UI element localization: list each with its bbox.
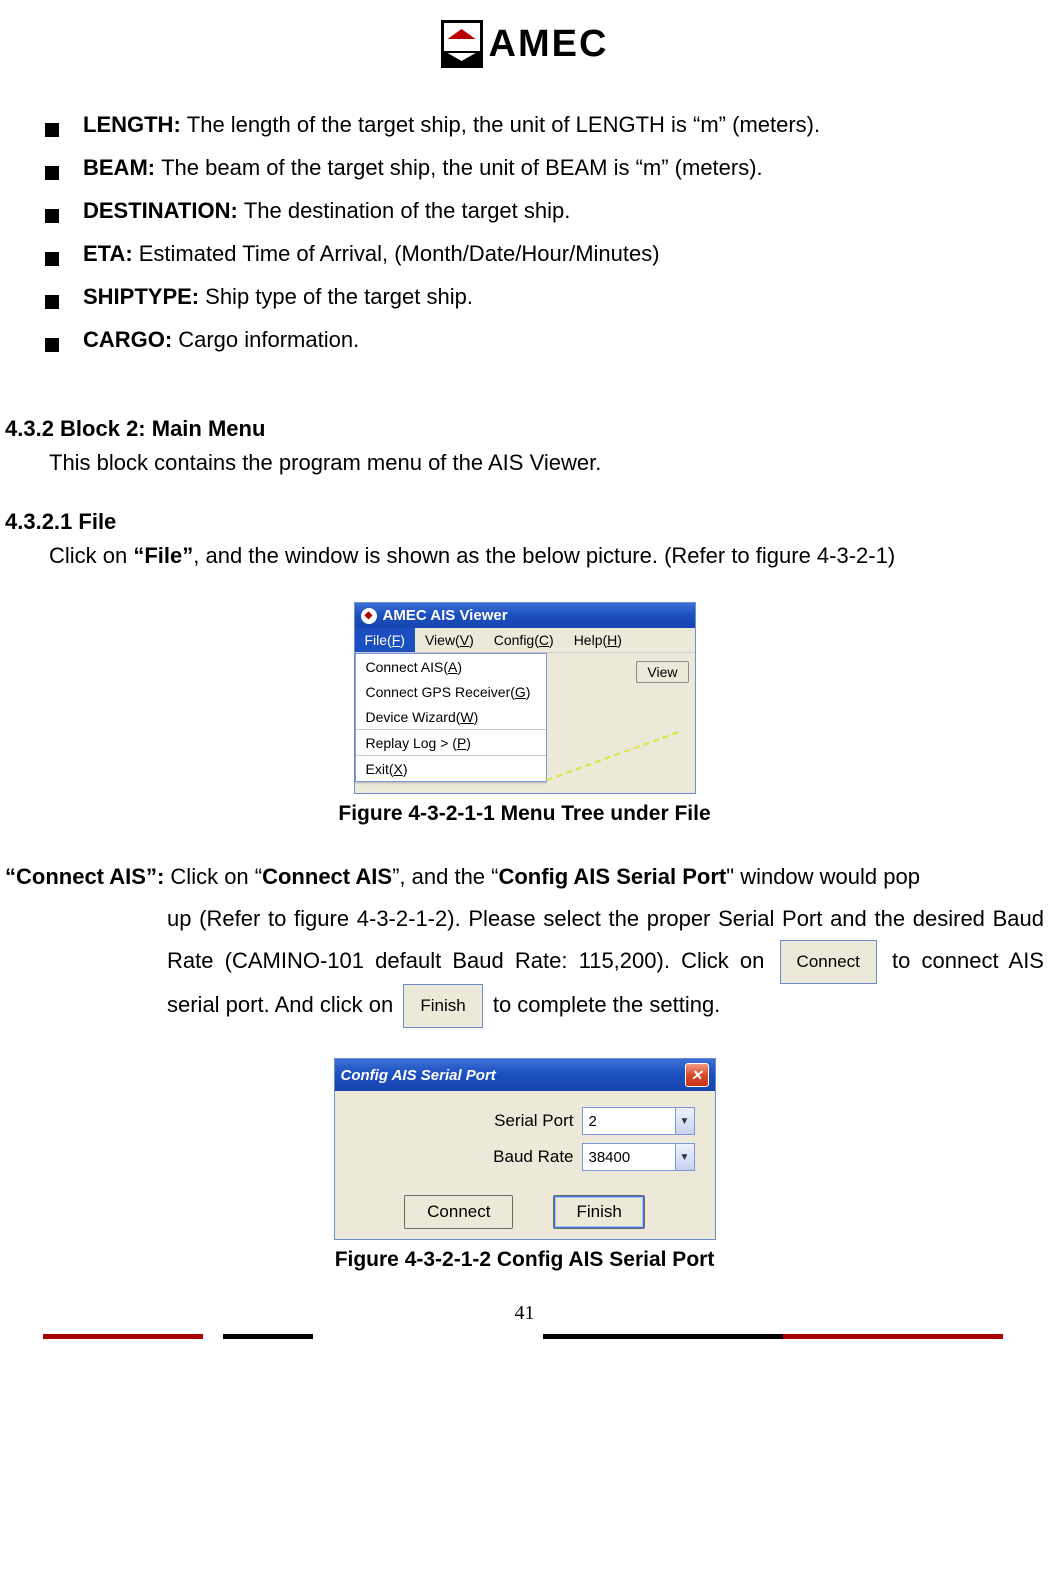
- bullet-label: SHIPTYPE:: [83, 284, 199, 309]
- text-fragment: " window would pop: [726, 864, 920, 889]
- menu-item-connect-ais[interactable]: Connect AIS(A): [356, 654, 546, 679]
- text-bold: “File”: [133, 543, 193, 568]
- logo-header: AMEC: [5, 20, 1044, 68]
- bullet-square-icon: [45, 166, 59, 180]
- bullet-item: BEAM:The beam of the target ship, the un…: [45, 151, 1044, 184]
- dashed-line-decoration: [546, 731, 678, 781]
- text-fragment: Click on “: [170, 864, 262, 889]
- footer-bar-red: [783, 1334, 1003, 1339]
- serial-port-label: Serial Port: [494, 1111, 573, 1131]
- figure-2-wrap: Config AIS Serial Port ✕ Serial Port ▼ B…: [5, 1058, 1044, 1240]
- bullet-text: Ship type of the target ship.: [205, 284, 473, 309]
- bullet-square-icon: [45, 295, 59, 309]
- inline-finish-button[interactable]: Finish: [403, 984, 482, 1028]
- connect-ais-paragraph: “Connect AIS”: Click on “Connect AIS”, a…: [5, 856, 1044, 1028]
- bullet-text: The beam of the target ship, the unit of…: [161, 155, 763, 180]
- titlebar: ◆ AMEC AIS Viewer: [355, 603, 695, 628]
- bullet-square-icon: [45, 209, 59, 223]
- bullet-text: Cargo information.: [178, 327, 359, 352]
- bullet-list: LENGTH:The length of the target ship, th…: [45, 108, 1044, 356]
- bullet-label: CARGO:: [83, 327, 172, 352]
- window-config-ais-serial-port: Config AIS Serial Port ✕ Serial Port ▼ B…: [334, 1058, 716, 1240]
- baud-rate-label: Baud Rate: [493, 1147, 573, 1167]
- serial-port-combobox[interactable]: ▼: [582, 1107, 695, 1135]
- app-icon: ◆: [361, 608, 377, 624]
- body-4-3-2: This block contains the program menu of …: [49, 446, 1044, 479]
- text-bold: Connect AIS: [262, 864, 392, 889]
- window-body: Connect AIS(A) Connect GPS Receiver(G) D…: [355, 653, 695, 793]
- inline-connect-button[interactable]: Connect: [780, 940, 877, 984]
- chevron-down-icon[interactable]: ▼: [675, 1144, 694, 1170]
- baud-rate-row: Baud Rate ▼: [335, 1137, 715, 1173]
- chevron-down-icon[interactable]: ▼: [675, 1108, 694, 1134]
- bullet-text: The length of the target ship, the unit …: [187, 112, 820, 137]
- bullet-square-icon: [45, 338, 59, 352]
- bullet-label: BEAM:: [83, 155, 155, 180]
- bullet-label: ETA:: [83, 241, 133, 266]
- text-fragment: ”, and the “: [392, 864, 498, 889]
- text-bold: Config AIS Serial Port: [498, 864, 726, 889]
- figure-1-wrap: ◆ AMEC AIS Viewer File(F) View(V) Config…: [5, 602, 1044, 794]
- close-icon[interactable]: ✕: [685, 1063, 709, 1087]
- connect-lead: “Connect AIS”:: [5, 864, 170, 889]
- bullet-text: Estimated Time of Arrival, (Month/Date/H…: [139, 241, 660, 266]
- figure-1-caption: Figure 4-3-2-1-1 Menu Tree under File: [5, 802, 1044, 826]
- bullet-square-icon: [45, 252, 59, 266]
- menu-item-device-wizard[interactable]: Device Wizard(W): [356, 704, 546, 729]
- window-content: View: [547, 653, 695, 793]
- menu-item-connect-gps[interactable]: Connect GPS Receiver(G): [356, 679, 546, 704]
- text-fragment: to complete the setting.: [493, 992, 720, 1017]
- page: AMEC LENGTH:The length of the target shi…: [0, 0, 1049, 1339]
- bullet-label: LENGTH:: [83, 112, 181, 137]
- bullet-item: SHIPTYPE:Ship type of the target ship.: [45, 280, 1044, 313]
- bullet-text: The destination of the target ship.: [244, 198, 571, 223]
- menu-view[interactable]: View(V): [415, 628, 484, 652]
- body-4-3-2-1: Click on “File”, and the window is shown…: [49, 539, 1044, 572]
- bullet-item: ETA:Estimated Time of Arrival, (Month/Da…: [45, 237, 1044, 270]
- titlebar-text: Config AIS Serial Port: [341, 1067, 496, 1084]
- file-dropdown: Connect AIS(A) Connect GPS Receiver(G) D…: [355, 653, 547, 782]
- titlebar: Config AIS Serial Port ✕: [335, 1059, 715, 1091]
- menu-item-replay-log[interactable]: Replay Log > (P): [356, 730, 546, 755]
- menu-file[interactable]: File(F): [355, 628, 415, 652]
- footer-bar-red: [43, 1334, 203, 1339]
- baud-rate-input[interactable]: [583, 1149, 675, 1166]
- logo: AMEC: [441, 20, 609, 68]
- menu-config[interactable]: Config(C): [484, 628, 564, 652]
- logo-text: AMEC: [489, 23, 609, 66]
- menubar: File(F) View(V) Config(C) Help(H): [355, 628, 695, 653]
- menu-item-exit[interactable]: Exit(X): [356, 756, 546, 781]
- baud-rate-combobox[interactable]: ▼: [582, 1143, 695, 1171]
- view-button[interactable]: View: [636, 661, 688, 683]
- serial-port-input[interactable]: [583, 1113, 675, 1130]
- serial-port-row: Serial Port ▼: [335, 1101, 715, 1137]
- finish-button[interactable]: Finish: [553, 1195, 644, 1229]
- bullet-label: DESTINATION:: [83, 198, 238, 223]
- figure-2-caption: Figure 4-3-2-1-2 Config AIS Serial Port: [5, 1248, 1044, 1272]
- heading-4-3-2-1: 4.3.2.1 File: [5, 509, 1044, 535]
- text-fragment: , and the window is shown as the below p…: [193, 543, 895, 568]
- menu-help[interactable]: Help(H): [564, 628, 632, 652]
- footer-decoration: [5, 1329, 1044, 1339]
- bullet-item: LENGTH:The length of the target ship, th…: [45, 108, 1044, 141]
- bullet-square-icon: [45, 123, 59, 137]
- heading-4-3-2: 4.3.2 Block 2: Main Menu: [5, 416, 1044, 442]
- footer-bar-black: [543, 1334, 783, 1339]
- bullet-item: CARGO:Cargo information.: [45, 323, 1044, 356]
- text-fragment: Click on: [49, 543, 133, 568]
- page-number: 41: [5, 1302, 1044, 1325]
- footer-bar-black: [223, 1334, 313, 1339]
- window-ais-viewer: ◆ AMEC AIS Viewer File(F) View(V) Config…: [354, 602, 696, 794]
- connect-button[interactable]: Connect: [404, 1195, 513, 1229]
- bullet-item: DESTINATION:The destination of the targe…: [45, 194, 1044, 227]
- amec-logo-icon: [441, 20, 483, 68]
- titlebar-text: AMEC AIS Viewer: [383, 607, 508, 624]
- button-row: Connect Finish: [335, 1195, 715, 1229]
